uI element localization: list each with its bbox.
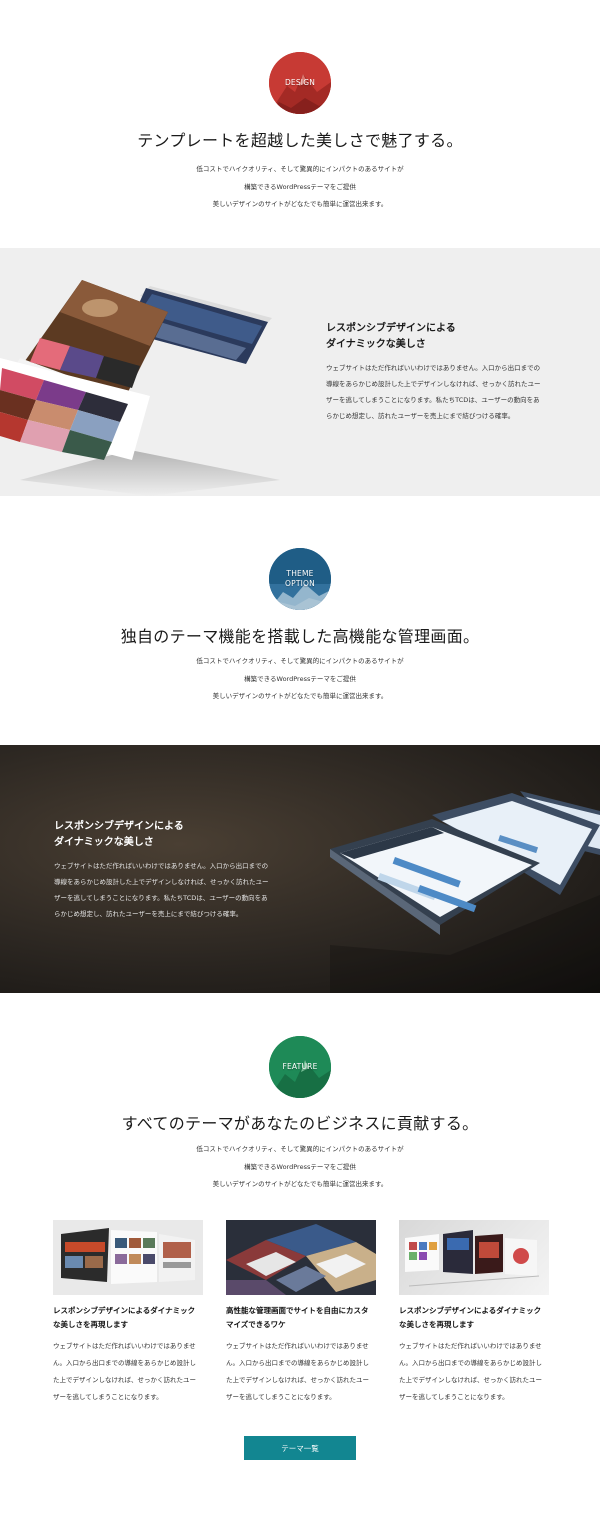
body-line: た上でデザインしなければ、せっかく訪れたユー [53, 1376, 196, 1384]
design-badge-label: DESIGN [284, 78, 316, 87]
theme-list-button[interactable]: テーマ一覧 [244, 1436, 356, 1460]
body-line: ザーを逃してしまうことになります。 [53, 1393, 163, 1401]
feature-section: FEATURE すべてのテーマがあなたのビジネスに貢献する。 低コストでハイクオ… [0, 1036, 600, 1194]
lead-line: 構築できるWordPressテーマをご提供 [244, 1162, 356, 1171]
card-body: ウェブサイトはただ作ればいいわけではありませ ん。入口から出口までの導線をあらか… [399, 1338, 549, 1406]
body-line: た上でデザインしなければ、せっかく訪れたユー [399, 1376, 542, 1384]
responsive-body: ウェブサイトはただ作ればいいわけではありません。入口から出口までの 導線をあらか… [326, 360, 588, 424]
design-lead: 低コストでハイクオリティ、そして驚異的にインパクトのあるサイトが 構築できるWo… [0, 161, 600, 214]
body-line: ザーを逃してしまうことになります。 [399, 1393, 509, 1401]
card-body: ウェブサイトはただ作ればいいわけではありませ ん。入口から出口までの導線をあらか… [226, 1338, 376, 1406]
card-body: ウェブサイトはただ作ればいいわけではありませ ん。入口から出口までの導線をあらか… [53, 1338, 203, 1406]
body-line: ザーを逃してしまうことになります。私たちTCDは、ユーザーの動向をあ [326, 396, 540, 404]
feature-badge-label: FEATURE [282, 1062, 318, 1071]
body-line: らかじめ想定し、訪れたユーザーを売上にまで結びつける確率。 [326, 412, 515, 420]
title-line: 高性能な管理画面でサイトを自由にカスタ [226, 1306, 369, 1315]
responsive-title: レスポンシブデザインによる ダイナミックな美しさ [326, 321, 588, 353]
theme-option-badge: THEME OPTION [269, 548, 331, 610]
badge-line: THEME [286, 569, 314, 578]
body-line: ウェブサイトはただ作ればいいわけではありません。入口から出口までの [326, 364, 541, 372]
body-line: 導線をあらかじめ設計した上でデザインしなければ、せっかく訪れたユー [54, 878, 269, 886]
title-line: レスポンシブデザインによる [326, 323, 456, 334]
admin-title: レスポンシブデザインによる ダイナミックな美しさ [54, 819, 324, 851]
lead-line: 美しいデザインのサイトがどなたでも簡単に運営出来ます。 [212, 692, 388, 700]
lead-line: 構築できるWordPressテーマをご提供 [244, 674, 356, 683]
body-line: ん。入口から出口までの導線をあらかじめ設計し [53, 1359, 196, 1367]
body-line: ウェブサイトはただ作ればいいわけではありませ [53, 1342, 196, 1350]
feature-card: レスポンシブデザインによるダイナミック な美しさを再現します ウェブサイトはただ… [399, 1220, 549, 1406]
responsive-text: レスポンシブデザインによる ダイナミックな美しさ ウェブサイトはただ作ればいいわ… [326, 321, 588, 424]
page: DESIGN テンプレートを超越した美しさで魅了する。 低コストでハイクオリティ… [0, 0, 600, 1523]
theme-option-headline: 独自のテーマ機能を搭載した高機能な管理画面。 [120, 627, 480, 646]
badge-line: OPTION [285, 579, 315, 588]
body-line: た上でデザインしなければ、せっかく訪れたユー [226, 1376, 369, 1384]
theme-option-badge-label: THEME OPTION [285, 569, 315, 589]
body-line: 導線をあらかじめ設計した上でデザインしなければ、せっかく訪れたユー [326, 380, 541, 388]
design-section: DESIGN テンプレートを超越した美しさで魅了する。 低コストでハイクオリティ… [0, 52, 600, 214]
feature-badge: FEATURE [269, 1036, 331, 1098]
feature-headline: すべてのテーマがあなたのビジネスに貢献する。 [121, 1114, 479, 1133]
title-line: レスポンシブデザインによるダイナミック [399, 1306, 542, 1315]
body-line: ウェブサイトはただ作ればいいわけではありません。入口から出口までの [54, 862, 269, 870]
design-badge: DESIGN [269, 52, 331, 114]
card-image [53, 1220, 203, 1295]
title-line: な美しさを再現します [53, 1320, 128, 1329]
body-line: ウェブサイトはただ作ればいいわけではありませ [399, 1342, 542, 1350]
responsive-mockup-image [0, 280, 280, 496]
body-line: らかじめ想定し、訪れたユーザーを売上にまで結びつける確率。 [54, 910, 243, 918]
admin-text: レスポンシブデザインによる ダイナミックな美しさ ウェブサイトはただ作ればいいわ… [54, 819, 324, 922]
lead-line: 構築できるWordPressテーマをご提供 [244, 182, 356, 191]
body-line: ウェブサイトはただ作ればいいわけではありませ [226, 1342, 369, 1350]
body-line: ザーを逃してしまうことになります。 [226, 1393, 336, 1401]
theme-option-lead: 低コストでハイクオリティ、そして驚異的にインパクトのあるサイトが 構築できるWo… [0, 653, 600, 706]
lead-line: 低コストでハイクオリティ、そして驚異的にインパクトのあるサイトが [196, 165, 404, 173]
theme-option-section: THEME OPTION 独自のテーマ機能を搭載した高機能な管理画面。 低コスト… [0, 548, 600, 706]
title-line: な美しさを再現します [399, 1320, 474, 1329]
admin-band: レスポンシブデザインによる ダイナミックな美しさ ウェブサイトはただ作ればいいわ… [0, 745, 600, 993]
card-image [399, 1220, 549, 1295]
feature-card: レスポンシブデザインによるダイナミック な美しさを再現します ウェブサイトはただ… [53, 1220, 203, 1406]
title-line: レスポンシブデザインによるダイナミック [53, 1306, 196, 1315]
card-title: レスポンシブデザインによるダイナミック な美しさを再現します [399, 1304, 549, 1332]
lead-line: 美しいデザインのサイトがどなたでも簡単に運営出来ます。 [212, 1180, 388, 1188]
card-title: レスポンシブデザインによるダイナミック な美しさを再現します [53, 1304, 203, 1332]
body-line: ザーを逃してしまうことになります。私たちTCDは、ユーザーの動向をあ [54, 894, 268, 902]
title-line: マイズできるワケ [226, 1320, 286, 1329]
design-headline: テンプレートを超越した美しさで魅了する。 [137, 131, 463, 150]
responsive-band: レスポンシブデザインによる ダイナミックな美しさ ウェブサイトはただ作ればいいわ… [0, 248, 600, 496]
title-line: ダイナミックな美しさ [326, 339, 426, 350]
feature-card: 高性能な管理画面でサイトを自由にカスタ マイズできるワケ ウェブサイトはただ作れ… [226, 1220, 376, 1406]
body-line: ん。入口から出口までの導線をあらかじめ設計し [226, 1359, 369, 1367]
title-line: レスポンシブデザインによる [54, 821, 184, 832]
feature-lead: 低コストでハイクオリティ、そして驚異的にインパクトのあるサイトが 構築できるWo… [0, 1141, 600, 1194]
title-line: ダイナミックな美しさ [54, 837, 154, 848]
lead-line: 美しいデザインのサイトがどなたでも簡単に運営出来ます。 [212, 200, 388, 208]
lead-line: 低コストでハイクオリティ、そして驚異的にインパクトのあるサイトが [196, 657, 404, 665]
body-line: ん。入口から出口までの導線をあらかじめ設計し [399, 1359, 542, 1367]
lead-line: 低コストでハイクオリティ、そして驚異的にインパクトのあるサイトが [196, 1145, 404, 1153]
card-title: 高性能な管理画面でサイトを自由にカスタ マイズできるワケ [226, 1304, 376, 1332]
admin-body: ウェブサイトはただ作ればいいわけではありません。入口から出口までの 導線をあらか… [54, 858, 324, 922]
card-image [226, 1220, 376, 1295]
